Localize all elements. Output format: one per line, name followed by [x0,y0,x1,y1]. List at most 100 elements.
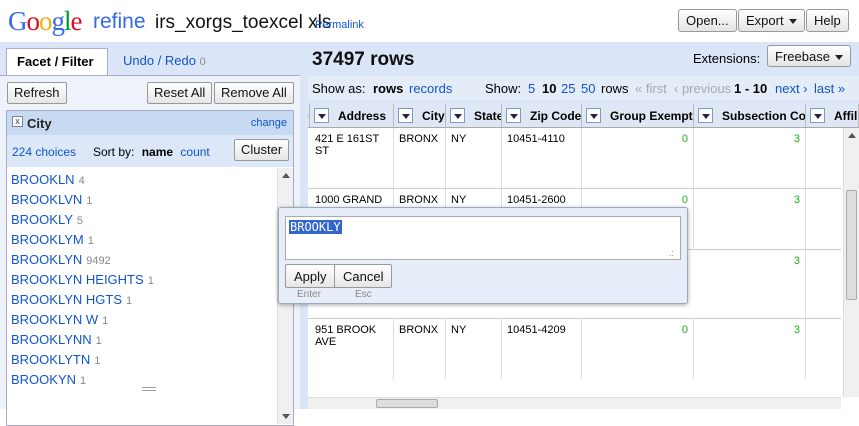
list-item[interactable]: BROOKYN 1 [11,372,86,387]
apply-button[interactable]: Apply [285,264,336,288]
column-menu-icon[interactable] [698,108,713,123]
export-button[interactable]: Export [738,9,805,32]
previous-link: ‹ previous [674,81,732,96]
cell-state[interactable]: NY [446,319,502,379]
project-name[interactable]: irs_xorgs_toexcel xls [155,12,331,34]
scroll-up-icon[interactable] [282,173,290,178]
choice-name: BROOKLVN [11,192,83,207]
list-item[interactable]: BROOKLYN W1 [11,312,108,327]
list-item[interactable]: BROOKLVN 1 [11,192,92,207]
show-as-label: Show as: [312,81,366,96]
page-size-25[interactable]: 25 [561,81,575,96]
cell-address[interactable]: 421 E 161ST ST [310,128,394,188]
page-size-5[interactable]: 5 [528,81,535,96]
choices-count: 224 choices [12,145,77,159]
show-label: Show: [485,81,522,96]
column-name: Group Exemption [610,109,693,123]
scrollbar-thumb[interactable] [376,399,438,408]
table-horizontal-scrollbar[interactable] [308,397,841,409]
facet-title: City [27,116,52,131]
chevron-down-icon [788,19,797,25]
next-link[interactable]: next › [775,81,808,96]
cell-zip[interactable]: 10451-4209 [502,319,582,379]
reset-all-button[interactable]: Reset All [147,82,213,104]
help-button[interactable]: Help [806,9,849,32]
facet-change-link[interactable]: change [251,117,287,129]
choice-count: 5 [76,215,84,227]
cell-subsection[interactable]: 3 [694,250,806,318]
facet-header: x City change [7,111,293,135]
choice-count: 1 [95,335,102,347]
table-vertical-scrollbar[interactable] [843,128,859,397]
cancel-shortcut-hint: Esc [355,289,372,300]
scrollbar-thumb[interactable] [846,190,857,300]
list-item[interactable]: BROOKLYM 1 [11,232,94,247]
cell-address[interactable]: 951 BROOK AVE [310,319,394,379]
close-icon[interactable]: x [12,116,23,127]
choice-name: BROOKLYTN [11,352,91,367]
view-rows: rows [373,81,404,96]
column-menu-icon[interactable] [450,108,465,123]
sort-count-link[interactable]: count [180,145,209,159]
freebase-label: Freebase [775,49,830,64]
choice-name: BROOKLY [11,212,73,227]
export-label: Export [746,13,784,28]
cell-group-exemption[interactable]: 0 [582,128,694,188]
cell-group-exemption[interactable]: 0 [582,319,694,379]
choice-count: 4 [78,175,85,187]
column-name: City [422,109,445,123]
cell-subsection[interactable]: 3 [694,319,806,379]
rows-word: rows [601,81,629,96]
tab-undo-redo[interactable]: Undo / Redo 0 [113,48,216,75]
cell-subsection[interactable]: 3 [694,189,806,249]
cancel-button[interactable]: Cancel [334,264,393,288]
list-item[interactable]: BROOKLY 5 [11,212,83,227]
list-item[interactable]: BROOKLYTN 1 [11,352,100,367]
list-item[interactable]: BROOKLYN HEIGHTS 1 [11,272,154,287]
list-item[interactable]: BROOKLYN 9492 [11,252,111,267]
page-size-10: 10 [542,81,557,96]
cell-state[interactable]: NY [446,128,502,188]
cluster-button[interactable]: Cluster [234,139,290,161]
freebase-button[interactable]: Freebase [767,45,851,67]
column-menu-icon[interactable] [314,108,329,123]
column-menu-icon[interactable] [506,108,521,123]
help-label: Help [814,13,841,28]
permalink-link[interactable]: Permalink [315,19,364,31]
choice-name: BROOKLYN HGTS [11,292,123,307]
chevron-down-icon [834,55,843,61]
remove-all-button[interactable]: Remove All [214,82,294,104]
view-records-link[interactable]: records [409,81,452,96]
column-menu-icon[interactable] [586,108,601,123]
cell-subsection[interactable]: 3 [694,128,806,188]
apply-shortcut-hint: Enter [297,289,321,300]
open-button[interactable]: Open... [678,9,737,32]
cell-editor-input[interactable]: BROOKLY [285,216,681,260]
tab-undo-redo-label: Undo / Redo [123,53,196,68]
scroll-up-icon[interactable] [848,133,856,138]
column-name: Zip Code [530,109,582,123]
column-header: State [446,104,502,128]
list-item[interactable]: BROOKLYNN 1 [11,332,102,347]
column-menu-icon[interactable] [398,108,413,123]
cell-city[interactable]: BRONX [394,319,446,379]
google-logo: Google [8,6,82,36]
scroll-down-icon[interactable] [282,414,290,419]
list-item[interactable]: BROOKLYN HGTS 1 [11,292,132,307]
column-menu-icon[interactable] [810,108,825,123]
refine-product-name: refine [93,10,146,33]
last-link[interactable]: last » [814,81,845,96]
extensions-label: Extensions: [693,51,761,66]
list-item[interactable]: BROOKLN 4 [11,172,85,187]
choice-count: 1 [86,195,93,207]
resize-grip-icon[interactable]: .: [669,248,674,258]
resize-grip[interactable] [142,387,156,391]
cell-city[interactable]: BRONX [394,128,446,188]
refresh-button[interactable]: Refresh [7,82,67,104]
sort-name: name [141,145,174,159]
column-header: Zip Code [502,104,582,128]
page-size-50[interactable]: 50 [581,81,595,96]
cell-zip[interactable]: 10451-4110 [502,128,582,188]
tab-facet-filter[interactable]: Facet / Filter [6,48,108,75]
row-count: 37497 rows [312,49,415,70]
